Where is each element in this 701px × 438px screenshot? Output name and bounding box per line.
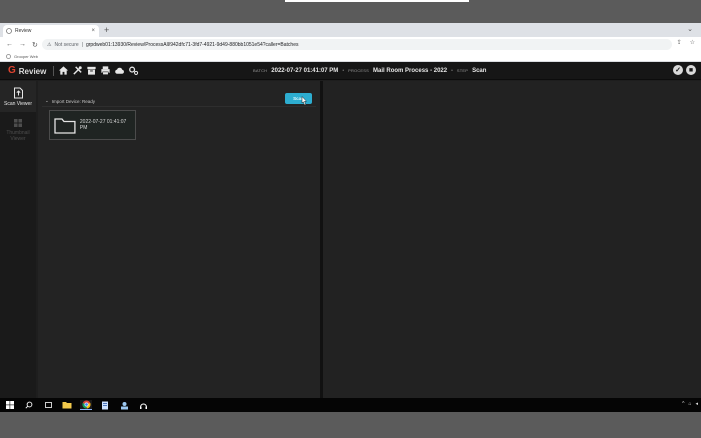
device-status: ⌄ Import Device: Ready: [45, 98, 95, 104]
process-value: Mail Room Process - 2022: [373, 68, 448, 74]
batch-value: 2022-07-27 01:41:07 PM: [271, 68, 339, 74]
grooper-logo-icon: G: [8, 65, 16, 76]
tools-icon[interactable]: [72, 65, 83, 76]
batch-label: BATCH: [253, 68, 268, 73]
archive-icon[interactable]: [86, 65, 97, 76]
user-app-icon: [120, 401, 128, 409]
taskbar-file-explorer[interactable]: [61, 400, 73, 410]
printer-icon[interactable]: [100, 65, 111, 76]
check-icon: ✓: [675, 67, 681, 74]
home-icon[interactable]: [58, 65, 69, 76]
network-icon[interactable]: ⌂: [688, 401, 691, 407]
browser-window: Review × + ⌄ ← → ↻ ⚠ Not secure | grpdwe…: [0, 23, 701, 398]
grooper-app: G Review BATCH 2022-07-27 01:41:07 PM • …: [0, 62, 701, 398]
bookmarks-bar: Grooper Web: [0, 52, 701, 62]
taskbar-app-user[interactable]: [118, 400, 130, 410]
warning-icon: ⚠: [47, 41, 52, 48]
tab-favicon-icon: [6, 28, 12, 34]
cloud-icon[interactable]: [114, 65, 125, 76]
browser-tab[interactable]: Review ×: [3, 25, 99, 37]
screen-background-bottom: [0, 412, 701, 438]
header-actions: ✓ ■: [673, 65, 696, 75]
header-context: BATCH 2022-07-27 01:41:07 PM • PROCESS M…: [253, 68, 486, 74]
stop-button[interactable]: ■: [686, 65, 696, 75]
bookmark-link[interactable]: Grooper Web: [14, 54, 38, 59]
process-label: PROCESS: [348, 68, 370, 73]
windows-taskbar: ^ ⌂ ◂: [0, 398, 701, 412]
taskbar-app-headset[interactable]: [137, 400, 149, 410]
start-button[interactable]: [4, 400, 16, 410]
chrome-icon: [81, 400, 90, 409]
headset-icon: [139, 403, 147, 409]
context-separator-icon: •: [451, 68, 453, 74]
sidebar-item-label: Scan Viewer: [4, 101, 32, 107]
address-bar-actions: ⇪ ☆: [677, 39, 695, 46]
mouse-cursor-icon: [301, 96, 308, 106]
tab-close-icon[interactable]: ×: [91, 28, 95, 34]
scan-panel: ⌄ Import Device: Ready Scan 2022-07-27 0…: [38, 81, 320, 398]
scan-viewer-icon: [13, 87, 23, 99]
brand: G Review: [8, 66, 46, 76]
divider-bar: |: [81, 41, 83, 48]
stop-icon: ■: [688, 66, 694, 74]
task-view-icon: [44, 402, 52, 408]
screen-background-top: [0, 0, 701, 23]
file-explorer-icon: [62, 402, 72, 409]
new-tab-button[interactable]: +: [104, 25, 109, 35]
taskbar-apps: [4, 400, 149, 410]
windows-logo-icon: [6, 401, 14, 409]
step-value: Scan: [472, 68, 487, 74]
tab-bar: Review × + ⌄: [0, 23, 701, 37]
forward-icon[interactable]: →: [19, 41, 26, 48]
address-bar-row: ← → ↻ ⚠ Not secure | grpdweb01:13930/Rev…: [0, 37, 701, 52]
security-label: Not secure: [54, 41, 79, 48]
viewer-sidebar: Scan Viewer Thumbnail Viewer: [0, 81, 36, 398]
search-icon: [25, 401, 33, 409]
settings-gears-icon[interactable]: [128, 65, 139, 76]
document-app-icon: [101, 401, 108, 409]
bookmark-star-icon[interactable]: ☆: [690, 39, 695, 46]
address-bar[interactable]: ⚠ Not secure | grpdweb01:13930/Review/Pr…: [42, 39, 672, 50]
thumbnail-viewer-icon: [14, 119, 22, 127]
back-icon[interactable]: ←: [6, 41, 13, 48]
header-nav: [58, 65, 139, 76]
header-separator: [53, 66, 54, 76]
sidebar-item-label: Thumbnail Viewer: [6, 130, 30, 142]
batch-folder-label: 2022-07-27 01:41:07 PM: [79, 119, 127, 131]
bookmark-favicon-icon: [6, 54, 11, 59]
taskbar-chrome[interactable]: [80, 400, 92, 410]
batch-folder-item[interactable]: 2022-07-27 01:41:07 PM: [49, 110, 136, 140]
step-label: STEP: [456, 68, 469, 73]
tray-expand-icon[interactable]: ^: [682, 401, 684, 407]
panel-divider: [42, 106, 316, 107]
sidebar-item-thumbnail-viewer[interactable]: Thumbnail Viewer: [0, 112, 36, 148]
app-header: G Review BATCH 2022-07-27 01:41:07 PM • …: [0, 62, 701, 80]
document-viewer-panel: [323, 81, 701, 398]
sidebar-item-scan-viewer[interactable]: Scan Viewer: [0, 81, 36, 112]
tab-search-icon[interactable]: ⌄: [687, 25, 693, 33]
app-title: Review: [18, 66, 47, 76]
task-view-button[interactable]: [42, 400, 54, 410]
complete-task-button[interactable]: ✓: [673, 65, 683, 75]
taskbar-app-document[interactable]: [99, 400, 111, 410]
context-separator-icon: •: [342, 68, 345, 74]
volume-icon[interactable]: ◂: [695, 401, 698, 407]
collapse-chevron-icon[interactable]: ⌄: [45, 98, 49, 104]
reload-icon[interactable]: ↻: [32, 41, 38, 49]
share-icon[interactable]: ⇪: [677, 39, 682, 46]
system-tray: ^ ⌂ ◂: [682, 401, 698, 407]
folder-icon: [54, 117, 76, 134]
taskbar-search-button[interactable]: [23, 400, 35, 410]
device-status-text: Import Device: Ready: [51, 98, 96, 104]
top-edge-highlight: [285, 0, 469, 2]
tab-title: Review: [15, 28, 32, 34]
url-text: grpdweb01:13930/Review/ProcessAll/942dfc…: [85, 41, 299, 48]
